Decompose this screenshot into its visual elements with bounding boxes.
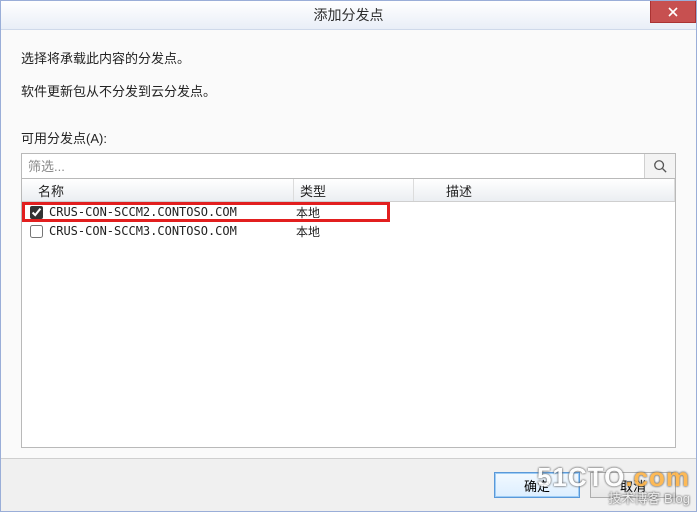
search-button[interactable]	[644, 154, 675, 178]
column-header-desc[interactable]: 描述	[414, 179, 675, 201]
description-line-2: 软件更新包从不分发到云分发点。	[21, 81, 676, 100]
dialog-body: 选择将承载此内容的分发点。 软件更新包从不分发到云分发点。 可用分发点(A): …	[1, 30, 696, 460]
search-icon	[653, 159, 667, 173]
cell-name: CRUS-CON-SCCM2.CONTOSO.COM	[22, 205, 294, 219]
close-icon	[668, 7, 678, 17]
button-bar: 确定 取消	[1, 458, 696, 511]
title-bar: 添加分发点	[1, 1, 696, 30]
dialog-window: 添加分发点 选择将承载此内容的分发点。 软件更新包从不分发到云分发点。 可用分发…	[0, 0, 697, 512]
list-rows: CRUS-CON-SCCM2.CONTOSO.COM本地CRUS-CON-SCC…	[22, 202, 675, 240]
filter-input[interactable]	[22, 154, 644, 178]
row-checkbox[interactable]	[30, 225, 43, 238]
row-checkbox[interactable]	[30, 206, 43, 219]
dialog-title: 添加分发点	[314, 5, 384, 25]
table-row[interactable]: CRUS-CON-SCCM3.CONTOSO.COM 本地	[22, 221, 675, 240]
cell-type: 本地	[294, 223, 414, 240]
row-name-text: CRUS-CON-SCCM2.CONTOSO.COM	[49, 205, 237, 219]
cell-type: 本地	[294, 204, 414, 221]
close-button[interactable]	[650, 1, 696, 23]
column-header-name[interactable]: 名称	[22, 179, 294, 201]
filter-row	[21, 153, 676, 179]
column-header-type[interactable]: 类型	[294, 179, 414, 201]
list-header: 名称 类型 描述	[22, 179, 675, 202]
available-points-label: 可用分发点(A):	[21, 128, 676, 147]
description-line-1: 选择将承载此内容的分发点。	[21, 48, 676, 67]
ok-button[interactable]: 确定	[494, 472, 580, 498]
row-name-text: CRUS-CON-SCCM3.CONTOSO.COM	[49, 224, 237, 238]
table-row[interactable]: CRUS-CON-SCCM2.CONTOSO.COM 本地	[22, 202, 675, 221]
cancel-button[interactable]: 取消	[590, 472, 676, 498]
distribution-points-list[interactable]: 名称 类型 描述 CRUS-CON-SCCM2.CONTOSO.COM本地CRU…	[21, 179, 676, 448]
cell-name: CRUS-CON-SCCM3.CONTOSO.COM	[22, 224, 294, 238]
